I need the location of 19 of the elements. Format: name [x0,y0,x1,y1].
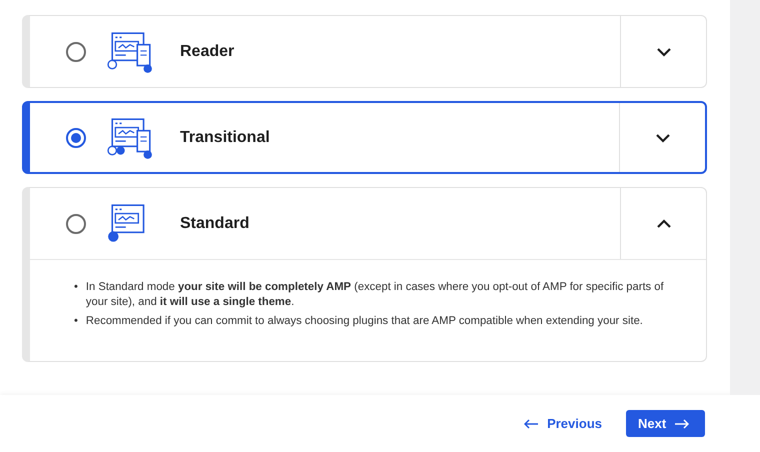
arrow-right-icon [674,418,690,428]
chevron-up-icon [656,218,672,228]
option-title: Reader [180,42,236,62]
website-devices-icon [106,116,154,160]
bullet: • [74,280,78,295]
radio-button[interactable] [66,214,86,234]
option-title: Standard [180,214,250,234]
chevron-down-icon [654,132,670,142]
bullet: • [74,314,78,330]
chevron-down-icon [656,46,672,56]
radio-button[interactable] [66,42,86,62]
website-devices-icon [106,30,154,74]
previous-button[interactable]: Previous [524,410,602,438]
radio-button[interactable] [66,128,86,148]
detail-text: In Standard mode your site will be completely AMP (except in cases where you opt-out of AMP for specific parts of your site), and it will use a single theme. [86,280,665,310]
next-button[interactable]: Next [626,410,705,437]
option-title: Transitional [180,128,271,148]
arrow-left-icon [524,418,540,428]
detail-text: Recommended if you can commit to always choosing plugins that are AMP compatible when extending your site. [86,314,643,330]
